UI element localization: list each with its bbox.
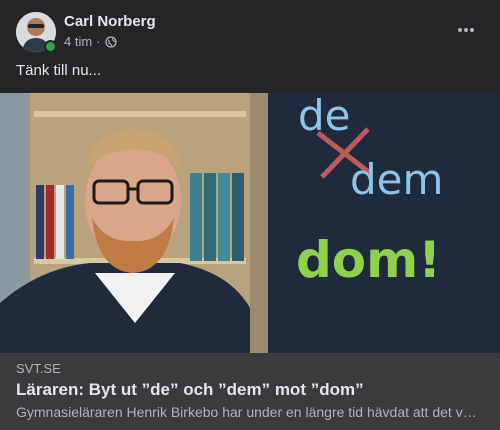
meta-separator: · [96,34,101,49]
link-source: SVT.SE [16,361,61,376]
post-text: Tänk till nu... [16,62,102,79]
chalk-word-de: de [298,93,351,140]
post-time[interactable]: 4 tim [64,34,92,49]
globe-icon[interactable] [104,35,117,48]
link-description: Gymnasieläraren Henrik Birkebo har under… [16,404,484,420]
chalk-word-dom: dom! [296,231,442,289]
author-name[interactable]: Carl Norberg [64,13,156,30]
chalk-word-dem: dem [350,155,444,204]
ellipsis-icon [458,28,474,32]
link-preview-image[interactable]: de dem dom! [0,93,500,353]
online-status-dot [44,40,57,53]
link-headline[interactable]: Läraren: Byt ut ”de” och ”dem” mot ”dom” [16,380,364,400]
facebook-post: Carl Norberg 4 tim · Tänk till nu... de … [0,0,500,430]
more-options-button[interactable] [452,20,480,40]
post-meta: 4 tim · [64,34,117,49]
article-thumbnail [0,93,500,353]
